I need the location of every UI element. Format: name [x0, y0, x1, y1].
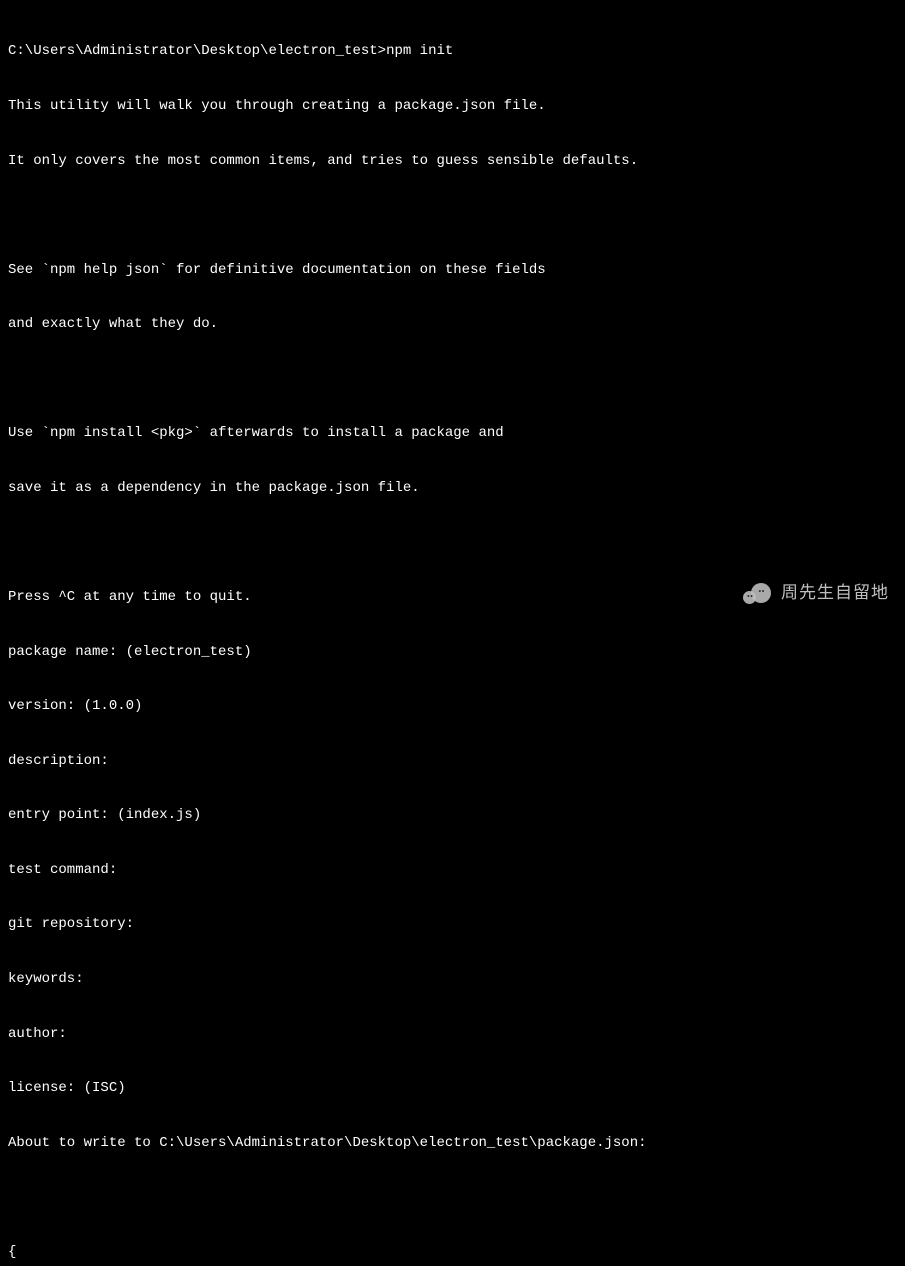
- json-line: {: [8, 1243, 897, 1261]
- watermark: •• •• 周先生自留地: [743, 581, 889, 605]
- intro-line: [8, 370, 897, 388]
- intro-line: Use `npm install <pkg>` afterwards to in…: [8, 424, 897, 442]
- blank-line: [8, 1188, 897, 1206]
- prompt-line: C:\Users\Administrator\Desktop\electron_…: [8, 42, 897, 60]
- question-line: git repository:: [8, 915, 897, 933]
- question-line: test command:: [8, 861, 897, 879]
- question-line: description:: [8, 752, 897, 770]
- question-line: version: (1.0.0): [8, 697, 897, 715]
- intro-line: save it as a dependency in the package.j…: [8, 479, 897, 497]
- intro-line: See `npm help json` for definitive docum…: [8, 261, 897, 279]
- prompt-path: C:\Users\Administrator\Desktop\electron_…: [8, 43, 386, 59]
- intro-line: This utility will walk you through creat…: [8, 97, 897, 115]
- question-line: author:: [8, 1025, 897, 1043]
- prompt-command: npm init: [386, 43, 453, 59]
- about-line: About to write to C:\Users\Administrator…: [8, 1134, 897, 1152]
- question-line: entry point: (index.js): [8, 806, 897, 824]
- wechat-icon: •• ••: [743, 581, 773, 605]
- watermark-text: 周先生自留地: [781, 582, 889, 604]
- question-line: license: (ISC): [8, 1079, 897, 1097]
- intro-line: and exactly what they do.: [8, 315, 897, 333]
- intro-line: It only covers the most common items, an…: [8, 152, 897, 170]
- question-line: keywords:: [8, 970, 897, 988]
- intro-line: [8, 533, 897, 551]
- intro-line: [8, 206, 897, 224]
- question-line: package name: (electron_test): [8, 643, 897, 661]
- terminal-output[interactable]: C:\Users\Administrator\Desktop\electron_…: [8, 6, 897, 1266]
